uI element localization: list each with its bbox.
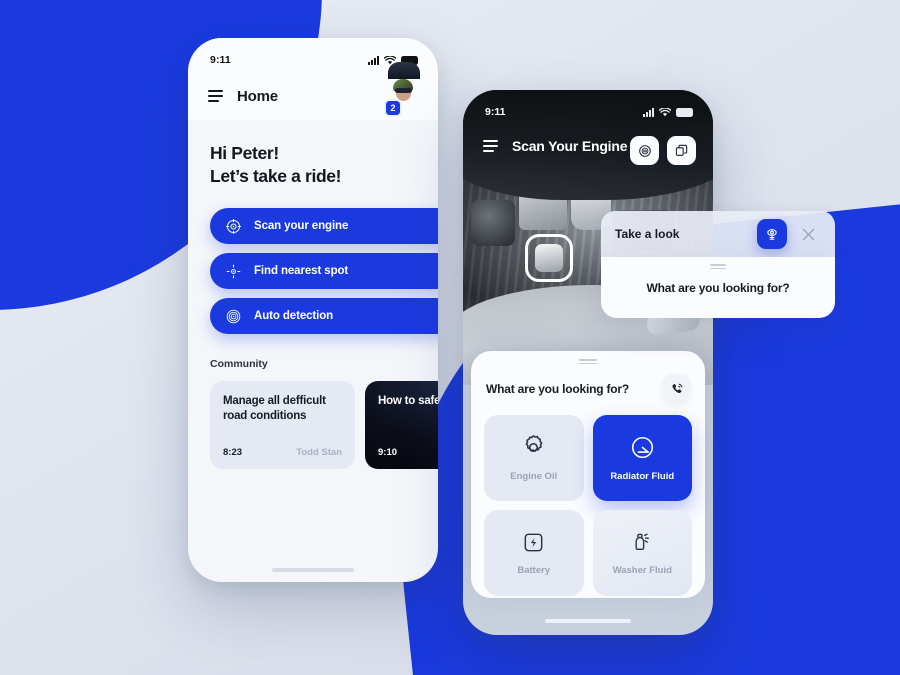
- gear-icon: [525, 435, 543, 453]
- wifi-icon: [659, 107, 671, 116]
- status-bar: 9:11: [463, 90, 713, 124]
- greeting-block: Hi Peter! Let’s take a ride!: [210, 142, 438, 188]
- community-card-author: Todd Stan: [296, 447, 342, 459]
- sheet-grab-handle[interactable]: [579, 359, 597, 366]
- concentric-circles-icon: [226, 309, 241, 323]
- community-card-meta: 8:23 Todd Stan: [223, 447, 342, 458]
- scan-your-engine-button[interactable]: Scan your engine: [210, 208, 438, 245]
- popup-question: What are you looking for?: [646, 280, 790, 295]
- signal-icon: [368, 55, 379, 65]
- close-button[interactable]: [795, 221, 821, 247]
- info-coin-button[interactable]: [630, 136, 659, 165]
- crosshair-target-icon: [226, 218, 241, 234]
- phone-call-button[interactable]: [663, 375, 690, 402]
- close-x-icon: [802, 228, 814, 240]
- avatar-notification-badge: 2: [384, 99, 402, 117]
- page-title: Home: [237, 87, 278, 105]
- community-section-title: Community: [210, 358, 268, 371]
- tile-washer-fluid-label: Washer Fluid: [612, 565, 672, 576]
- community-card-time: 9:10: [378, 447, 398, 459]
- spray-bottle-icon: [635, 533, 649, 550]
- popup-title: Take a look: [615, 227, 680, 241]
- scan-focus-frame: [525, 234, 573, 282]
- sheet-title: What are you looking for?: [486, 381, 630, 396]
- signal-icon: [643, 107, 654, 117]
- battery-icon: [676, 107, 693, 117]
- community-card[interactable]: How to safely 9:10: [365, 381, 438, 470]
- hamburger-menu-icon[interactable]: [208, 90, 223, 102]
- scan-screen-fab-row: [630, 136, 696, 165]
- bottom-sheet: What are you looking for? Engine Oil Rad…: [471, 351, 705, 598]
- phone-scan-screen: 9:11 Scan Your Engine Scanning What: [463, 90, 713, 635]
- phone-home-screen: 9:11 Home 2 Hi Peter! Let’s take a ride!…: [188, 38, 438, 582]
- location-pin-dashed-icon: [226, 264, 241, 279]
- community-card-title: How to safely: [378, 395, 438, 408]
- eye-scan-button[interactable]: [757, 219, 787, 249]
- layers-button[interactable]: [667, 136, 696, 165]
- tile-battery-label: Battery: [517, 565, 551, 576]
- popup-grab-handle[interactable]: [710, 264, 726, 270]
- status-bar-time: 9:11: [485, 106, 506, 118]
- find-nearest-spot-label: Find nearest spot: [254, 265, 349, 278]
- home-content: Hi Peter! Let’s take a ride! Scan your e…: [188, 120, 438, 470]
- tile-engine-oil-label: Engine Oil: [510, 471, 558, 482]
- status-bar-icons: [643, 107, 693, 117]
- tile-engine-oil[interactable]: Engine Oil: [484, 415, 584, 501]
- greeting-line-1: Hi Peter!: [210, 143, 279, 163]
- battery-bolt-icon: [524, 533, 543, 552]
- home-indicator: [272, 568, 354, 572]
- tile-radiator-fluid[interactable]: Radiator Fluid: [592, 415, 692, 501]
- community-card-list: Manage all defficult road conditions 8:2…: [210, 381, 438, 470]
- community-card-time: 8:23: [223, 447, 243, 459]
- temperature-gauge-icon: [631, 436, 653, 459]
- tile-battery[interactable]: Battery: [484, 510, 584, 596]
- avatar[interactable]: 2: [384, 62, 422, 117]
- community-card-meta: 9:10: [378, 447, 438, 458]
- community-card[interactable]: Manage all defficult road conditions 8:2…: [210, 381, 355, 470]
- popup-body: What are you looking for?: [601, 257, 835, 318]
- sheet-header: What are you looking for?: [484, 375, 692, 402]
- find-nearest-spot-button[interactable]: Find nearest spot: [210, 253, 438, 290]
- tile-radiator-fluid-label: Radiator Fluid: [610, 471, 675, 482]
- primary-actions-list: Scan your engine Find nearest spot Auto …: [210, 208, 438, 335]
- auto-detection-button[interactable]: Auto detection: [210, 298, 438, 335]
- popup-header: Take a look: [601, 211, 835, 257]
- take-a-look-popup: Take a look What are you looking for?: [601, 211, 835, 318]
- status-bar-time: 9:11: [210, 54, 231, 66]
- greeting-line-2: Let’s take a ride!: [210, 166, 342, 187]
- screenshot-canvas: 9:11 Home 2 Hi Peter! Let’s take a ride!…: [0, 0, 900, 675]
- page-title: Scan Your Engine: [512, 138, 628, 154]
- eye-scan-icon: [767, 229, 777, 240]
- lookup-tile-grid: Engine Oil Radiator Fluid Battery Washer…: [484, 415, 692, 596]
- cube-layers-icon: [675, 144, 688, 156]
- tile-washer-fluid[interactable]: Washer Fluid: [592, 510, 692, 596]
- coin-circle-icon: [638, 144, 651, 157]
- top-navigation-bar: Home 2: [188, 62, 438, 120]
- phone-call-icon: [671, 383, 682, 393]
- hamburger-menu-icon[interactable]: [483, 140, 498, 152]
- home-indicator: [545, 619, 631, 623]
- auto-detection-label: Auto detection: [254, 310, 334, 323]
- scan-your-engine-label: Scan your engine: [254, 220, 349, 233]
- community-card-title: Manage all defficult road conditions: [223, 395, 326, 423]
